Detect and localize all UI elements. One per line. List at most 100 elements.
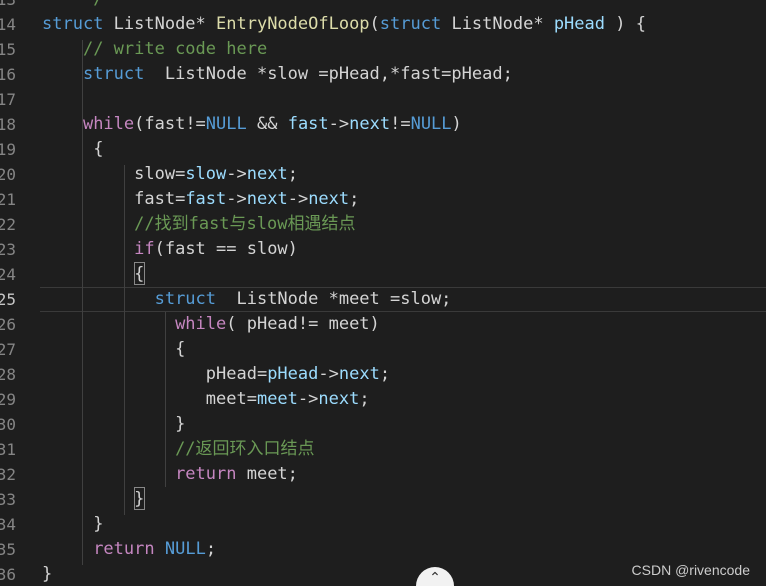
code-text: }	[42, 512, 103, 537]
code-token: fast	[185, 189, 227, 209]
code-token: ->	[226, 164, 247, 184]
code-token: meet;	[236, 464, 298, 484]
code-token: }	[134, 489, 145, 509]
scroll-to-top-button[interactable]: ⌃	[416, 567, 454, 586]
code-token: next	[246, 164, 288, 184]
code-token: return	[93, 539, 155, 559]
code-token: {	[134, 264, 145, 284]
code-token: while	[82, 114, 135, 134]
line-number: 34	[0, 515, 16, 534]
line-number: 23	[0, 240, 16, 259]
code-token: if	[134, 239, 155, 259]
code-text: pHead=pHead->next;	[42, 362, 390, 387]
code-token: struct	[154, 289, 217, 309]
code-token: while	[175, 314, 227, 334]
code-token: NULL	[410, 114, 452, 134]
code-editor[interactable]: 13 */ 14 struct ListNode* EntryNodeOfLoop(…	[0, 0, 766, 586]
code-token: ;	[287, 164, 298, 184]
code-token: ;	[359, 389, 370, 409]
code-token: ;	[349, 189, 360, 209]
code-text: struct ListNode *meet =slow;	[42, 287, 452, 312]
code-token: {	[175, 339, 186, 359]
code-token: ListNode*	[103, 14, 217, 34]
code-text: meet=meet->next;	[42, 387, 370, 412]
code-token: //找到fast与slow相遇结点	[134, 214, 356, 234]
code-token: meet	[256, 389, 298, 409]
line-number: 18	[0, 115, 16, 134]
code-text: struct ListNode *slow =pHead,*fast=pHead…	[42, 62, 513, 87]
code-token: (fast!=	[134, 114, 206, 134]
code-text: {	[42, 262, 144, 287]
line-number: 22	[0, 215, 16, 234]
code-token: )	[451, 114, 462, 134]
code-text: //返回环入口结点	[42, 437, 315, 462]
code-token: // write code here	[82, 39, 268, 59]
code-token: NULL	[164, 539, 206, 559]
code-token: next	[338, 364, 380, 384]
code-token: struct	[379, 14, 442, 34]
code-text: //找到fast与slow相遇结点	[42, 212, 355, 237]
line-number: 13	[0, 0, 16, 12]
code-token: ListNode *slow =pHead,*fast=pHead;	[144, 64, 513, 84]
code-token: fast=	[134, 189, 186, 209]
code-token: next	[308, 189, 350, 209]
code-token: slow	[185, 164, 227, 184]
code-text: }	[42, 562, 52, 586]
chevron-up-icon: ⌃	[429, 570, 441, 586]
line-number: 14	[0, 15, 16, 34]
code-token: ListNode*	[441, 14, 554, 34]
code-token: struct	[42, 14, 104, 34]
code-token: !=	[390, 114, 411, 134]
line-number: 27	[0, 340, 16, 359]
line-number: 24	[0, 265, 16, 284]
code-token: fast	[287, 114, 329, 134]
code-token: pHead	[553, 14, 605, 34]
code-token: ->	[318, 364, 339, 384]
line-number: 36	[0, 565, 16, 584]
line-number: 30	[0, 415, 16, 434]
code-text: while(fast!=NULL && fast->next!=NULL)	[42, 112, 462, 137]
code-token: ->	[297, 389, 319, 409]
line-number: 21	[0, 190, 16, 209]
code-token: pHead	[267, 364, 319, 384]
code-text: */	[42, 0, 103, 12]
code-text: struct ListNode* EntryNodeOfLoop(struct …	[42, 12, 646, 37]
code-token: ;	[205, 539, 217, 559]
watermark: CSDN @rivencode	[631, 562, 750, 578]
code-text: }	[42, 487, 144, 512]
line-number: 15	[0, 40, 16, 59]
code-token: struct	[82, 64, 145, 84]
code-text: }	[42, 412, 185, 437]
code-text: // write code here	[42, 37, 267, 62]
code-token: ->	[328, 114, 350, 134]
code-token: }	[42, 564, 53, 584]
line-number: 33	[0, 490, 16, 509]
line-number: 17	[0, 90, 16, 109]
code-token: ->	[226, 189, 247, 209]
line-number: 29	[0, 390, 16, 409]
code-token: next	[349, 114, 391, 134]
code-token: (fast == slow)	[154, 239, 298, 259]
code-token: &&	[246, 114, 288, 134]
code-text: return meet;	[42, 462, 298, 487]
code-token: ) {	[605, 14, 646, 34]
code-token: NULL	[205, 114, 247, 134]
line-number: 25	[0, 290, 16, 309]
code-token: //返回环入口结点	[175, 439, 315, 459]
line-number: 19	[0, 140, 16, 159]
code-text: {	[42, 337, 185, 362]
code-text: if(fast == slow)	[42, 237, 298, 262]
code-token: next	[246, 189, 288, 209]
line-number: 16	[0, 65, 16, 84]
code-token: meet=	[205, 389, 257, 409]
code-token: next	[318, 389, 360, 409]
code-token: {	[93, 139, 104, 159]
code-text: while( pHead!= meet)	[42, 312, 380, 337]
code-token: */	[83, 0, 103, 9]
line-number: 35	[0, 540, 16, 559]
code-token: slow=	[134, 164, 186, 184]
code-text: {	[42, 137, 103, 162]
line-number: 31	[0, 440, 16, 459]
line-number: 32	[0, 465, 16, 484]
